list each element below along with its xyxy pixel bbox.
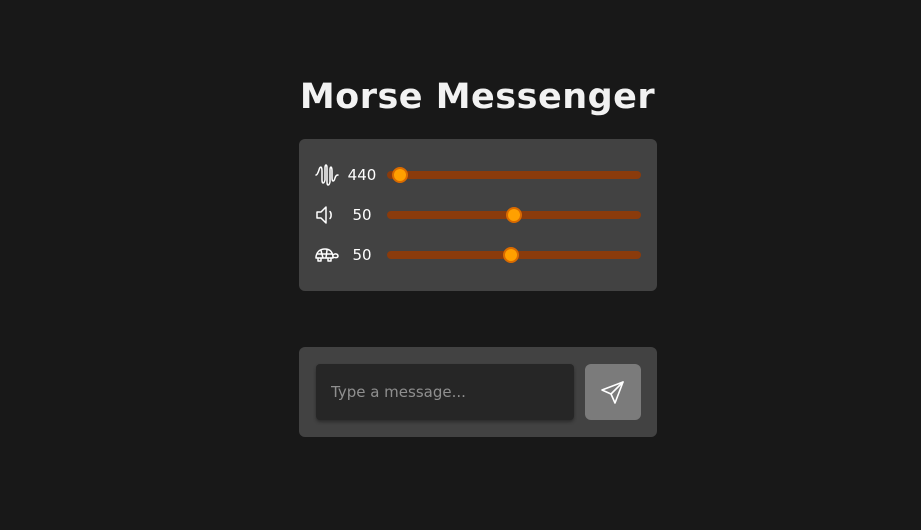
volume-slider[interactable] bbox=[387, 207, 641, 223]
frequency-value: 440 bbox=[347, 166, 377, 184]
app-root: Morse Messenger 440 50 50 Type a message… bbox=[0, 0, 921, 530]
speed-control: 50 bbox=[299, 235, 657, 275]
send-icon bbox=[600, 379, 626, 405]
frequency-control: 440 bbox=[299, 155, 657, 195]
speed-slider-thumb[interactable] bbox=[503, 247, 520, 263]
volume-control: 50 bbox=[299, 195, 657, 235]
message-composer bbox=[299, 347, 657, 437]
sound-controls-panel: 440 50 50 bbox=[299, 139, 657, 291]
volume-value: 50 bbox=[352, 206, 372, 224]
send-button[interactable] bbox=[585, 364, 641, 420]
turtle-icon bbox=[314, 243, 340, 267]
waveform-icon bbox=[314, 163, 340, 187]
speed-slider[interactable] bbox=[387, 247, 641, 263]
frequency-slider[interactable] bbox=[387, 167, 641, 183]
volume-slider-thumb[interactable] bbox=[506, 207, 522, 223]
speed-value: 50 bbox=[352, 246, 372, 264]
app-title: Morse Messenger bbox=[299, 77, 656, 118]
message-input[interactable] bbox=[316, 364, 574, 420]
speaker-icon bbox=[314, 203, 340, 227]
frequency-slider-thumb[interactable] bbox=[391, 167, 408, 183]
